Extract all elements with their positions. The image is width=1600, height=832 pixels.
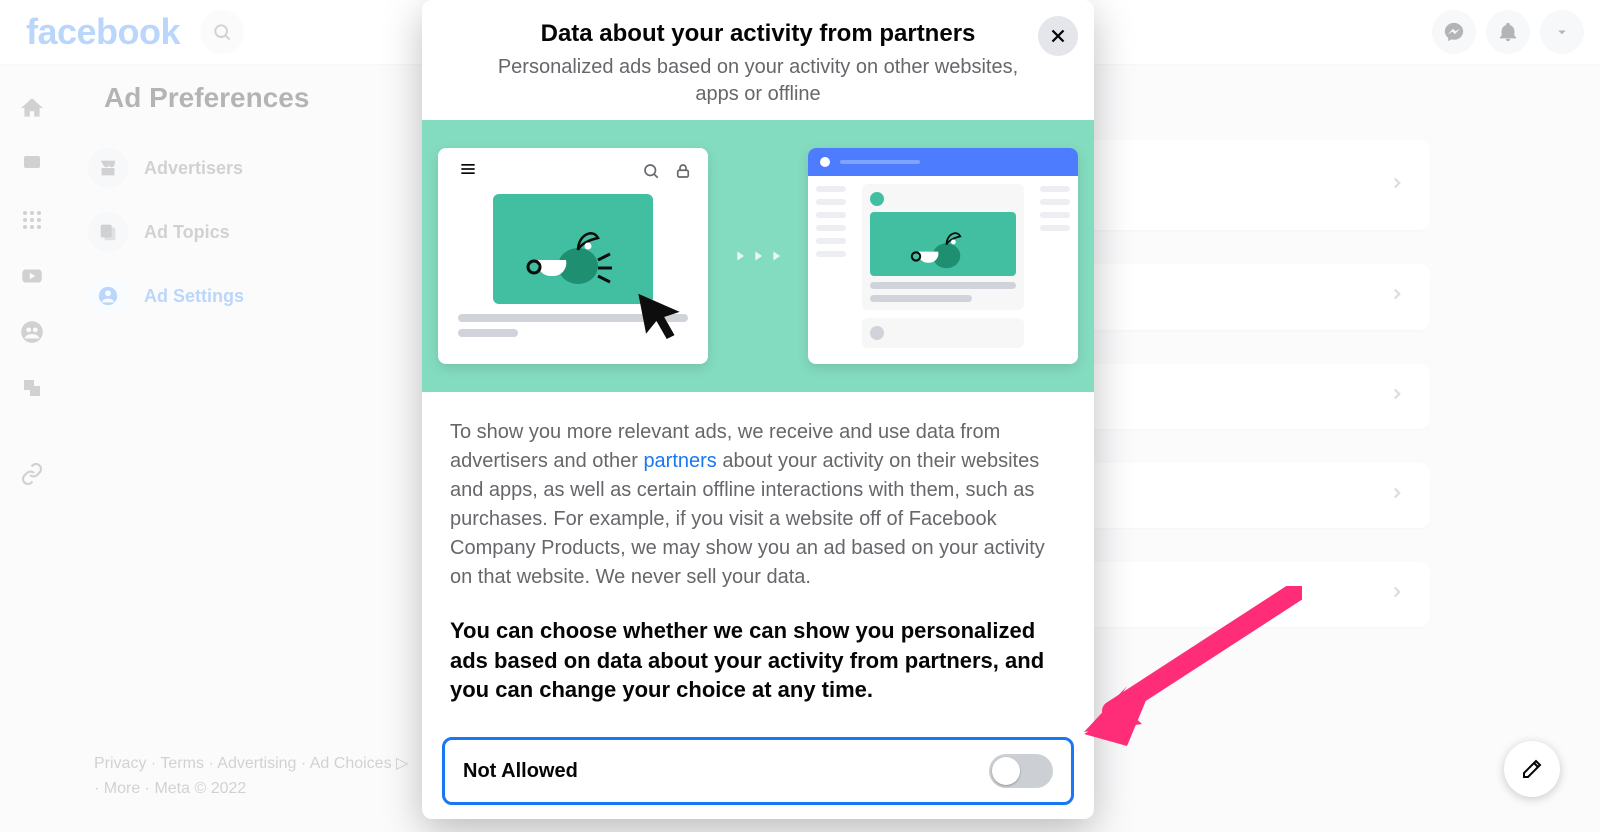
- close-button[interactable]: [1038, 16, 1078, 56]
- lock-icon: [674, 162, 692, 180]
- close-icon: [1047, 25, 1069, 47]
- compose-button[interactable]: [1504, 741, 1560, 797]
- modal-body: To show you more relevant ads, we receiv…: [422, 392, 1094, 723]
- arrow-transfer-icon: [732, 248, 784, 264]
- modal-illustration: [422, 120, 1094, 392]
- modal-header: Data about your activity from partners P…: [422, 0, 1094, 120]
- illus-browser: [438, 148, 708, 364]
- toggle-knob: [992, 757, 1020, 785]
- allow-toggle[interactable]: [989, 754, 1053, 788]
- toggle-label: Not Allowed: [463, 760, 578, 783]
- partner-data-modal: Data about your activity from partners P…: [422, 0, 1094, 819]
- hamburger-icon: [458, 159, 478, 184]
- search-icon: [642, 162, 660, 180]
- allow-toggle-row: Not Allowed: [442, 737, 1074, 805]
- modal-title: Data about your activity from partners: [494, 20, 1022, 48]
- compose-icon: [1520, 757, 1544, 781]
- partners-link[interactable]: partners: [643, 450, 716, 472]
- modal-bold: You can choose whether we can show you p…: [450, 616, 1066, 705]
- modal-paragraph: To show you more relevant ads, we receiv…: [450, 418, 1066, 592]
- plant-cup-icon: [518, 210, 628, 288]
- cursor-icon: [628, 286, 690, 348]
- modal-subtitle: Personalized ads based on your activity …: [494, 54, 1022, 108]
- illus-feed: [808, 148, 1078, 364]
